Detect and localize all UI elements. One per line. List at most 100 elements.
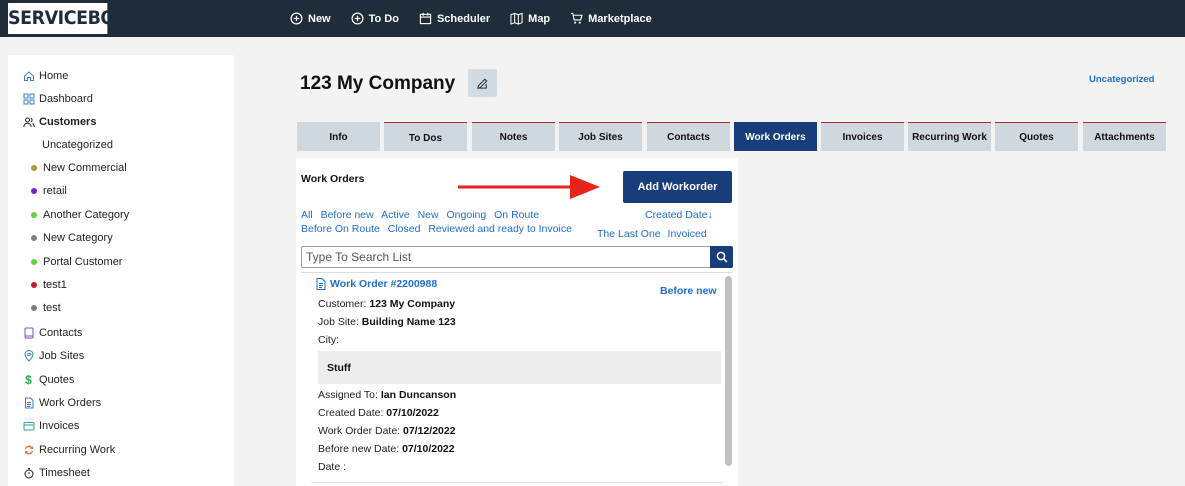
filter-before-on-route[interactable]: Before On Route: [301, 223, 380, 235]
category-portal-customer[interactable]: Portal Customer: [31, 256, 122, 268]
category-label: test: [43, 302, 61, 314]
home-icon: [22, 69, 35, 82]
marketplace-button[interactable]: Marketplace: [570, 12, 652, 25]
category-color-dot: [31, 259, 37, 265]
filter-new[interactable]: New: [418, 209, 439, 221]
top-nav: New To Do Scheduler Map Marketplace: [290, 0, 652, 37]
status-badge: Before new: [660, 285, 717, 297]
filter-before-new[interactable]: Before new: [321, 209, 374, 221]
category-color-dot: [31, 305, 37, 311]
sidebar-item-recurring-work[interactable]: Recurring Work: [22, 443, 115, 456]
new-button[interactable]: New: [290, 12, 331, 25]
sidebar-item-work-orders[interactable]: Work Orders: [22, 396, 101, 409]
add-workorder-button[interactable]: Add Workorder: [623, 171, 732, 203]
sidebar-item-quotes[interactable]: $ Quotes: [22, 372, 75, 387]
category-test1[interactable]: test1: [31, 279, 67, 291]
filter-active[interactable]: Active: [381, 209, 410, 221]
category-link[interactable]: Uncategorized: [1089, 74, 1154, 85]
category-label: Another Category: [43, 209, 130, 221]
location-pin-icon: [22, 349, 35, 362]
filter-closed[interactable]: Closed: [388, 223, 421, 235]
before-new-date-field: Before new Date: 07/10/2022: [318, 443, 455, 455]
tab-info[interactable]: Info: [297, 122, 380, 151]
category-new-commercial[interactable]: New Commercial: [31, 162, 127, 174]
sort-created-date[interactable]: Created Date↓: [645, 209, 713, 221]
sidebar-item-customers[interactable]: Customers: [22, 115, 96, 128]
tab-to-dos[interactable]: To Dos: [384, 122, 467, 151]
sidebar-item-label: Quotes: [39, 373, 75, 386]
todo-label: To Do: [368, 12, 399, 25]
filter-on-route[interactable]: On Route: [494, 209, 539, 221]
sidebar-item-home[interactable]: Home: [22, 69, 68, 82]
tab-recurring-work[interactable]: Recurring Work: [908, 122, 991, 151]
sidebar-item-contacts[interactable]: Contacts: [22, 326, 82, 339]
category-color-dot: [31, 282, 37, 288]
field-value: Building Name 123: [361, 316, 456, 328]
category-test[interactable]: test: [31, 302, 61, 314]
tab-notes[interactable]: Notes: [472, 122, 555, 151]
filter-row-1: All Before new Active New Ongoing On Rou…: [301, 209, 544, 221]
category-label: test1: [43, 279, 67, 291]
search-input[interactable]: [301, 246, 711, 268]
filter-ongoing[interactable]: Ongoing: [447, 209, 487, 221]
category-label: Uncategorized: [42, 139, 113, 151]
category-new-category[interactable]: New Category: [31, 232, 113, 244]
panel-title: Work Orders: [301, 173, 365, 185]
plus-circle-icon: [351, 12, 364, 25]
scheduler-button[interactable]: Scheduler: [419, 12, 490, 25]
servicebox-logo[interactable]: SERVICEBOX: [8, 3, 128, 34]
description-box: Stuff: [318, 351, 721, 384]
category-label: Portal Customer: [43, 256, 123, 268]
filter-invoiced[interactable]: Invoiced: [668, 228, 707, 240]
sidebar-item-label: Customers: [39, 115, 97, 128]
edit-button[interactable]: [468, 69, 497, 97]
dollar-icon: $: [25, 372, 32, 387]
todo-button[interactable]: To Do: [351, 12, 399, 25]
work-order-date-field: Work Order Date: 07/12/2022: [318, 425, 456, 437]
sidebar-item-invoices[interactable]: Invoices: [22, 419, 79, 432]
list-scrollbar[interactable]: [725, 276, 732, 466]
sidebar-item-timesheet[interactable]: Timesheet: [22, 466, 90, 479]
tab-job-sites[interactable]: Job Sites: [559, 122, 642, 151]
filter-all[interactable]: All: [301, 209, 313, 221]
date-field: Date :: [318, 461, 346, 473]
tab-attachments[interactable]: Attachments: [1083, 122, 1166, 151]
page-title: 123 My Company: [300, 73, 456, 94]
field-value: Ian Duncanson: [380, 389, 457, 401]
card-icon: [22, 419, 35, 432]
field-label: Date :: [318, 461, 347, 473]
search-button[interactable]: [710, 246, 733, 268]
divider: [311, 482, 723, 483]
sidebar-item-label: Recurring Work: [39, 443, 116, 456]
tab-quotes[interactable]: Quotes: [995, 122, 1078, 151]
map-button[interactable]: Map: [510, 12, 550, 25]
sidebar-item-job-sites[interactable]: Job Sites: [22, 349, 84, 362]
category-retail[interactable]: retail: [31, 185, 67, 197]
field-label: Created Date:: [318, 407, 384, 419]
category-another-category[interactable]: Another Category: [31, 209, 129, 221]
book-icon: [22, 326, 35, 339]
sidebar-item-dashboard[interactable]: Dashboard: [22, 92, 93, 105]
tab-contacts[interactable]: Contacts: [647, 122, 730, 151]
filter-row-2-right: The Last One Invoiced: [593, 228, 707, 240]
tab-work-orders[interactable]: Work Orders: [734, 122, 817, 151]
top-bar: SERVICEBOX New To Do Scheduler Map Marke…: [0, 0, 1185, 37]
document-icon: [316, 278, 326, 290]
filter-reviewed[interactable]: Reviewed and ready to Invoice: [428, 223, 572, 235]
cart-icon: [571, 12, 583, 24]
category-label: New Category: [43, 232, 113, 244]
work-order-link[interactable]: Work Order #2200988: [316, 278, 437, 290]
sidebar-item-label: Job Sites: [39, 349, 85, 362]
sidebar-item-label: Contacts: [39, 326, 83, 339]
dashboard-icon: [22, 92, 35, 105]
category-label: retail: [43, 185, 67, 197]
search-icon: [716, 251, 727, 263]
sort-label: Created Date: [645, 209, 708, 221]
category-uncategorized[interactable]: Uncategorized: [42, 139, 113, 151]
category-color-dot: [31, 212, 37, 218]
field-value: 07/10/2022: [386, 407, 439, 419]
filter-the-last-one[interactable]: The Last One: [597, 228, 661, 240]
document-icon: [22, 396, 35, 409]
tab-invoices[interactable]: Invoices: [821, 122, 904, 151]
work-orders-panel: Work Orders Add Workorder All Before new…: [296, 158, 738, 486]
